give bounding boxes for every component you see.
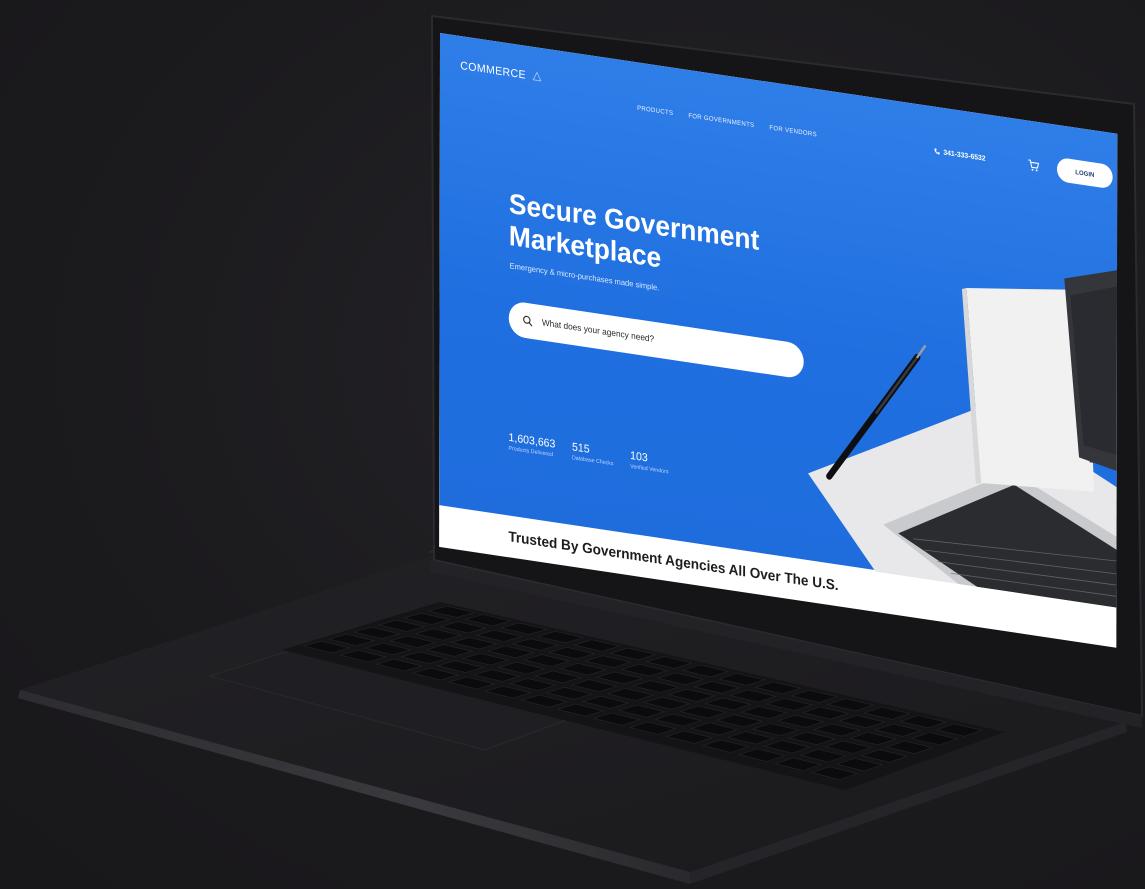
- stat-vendors: 103 Verified Vendors: [630, 448, 668, 475]
- search-icon: [523, 315, 533, 327]
- nav-item-for-governments[interactable]: FOR GOVERNMENTS: [688, 112, 754, 129]
- login-button[interactable]: LOGIN: [1056, 156, 1113, 190]
- site-logo[interactable]: COMMERCE: [460, 59, 526, 82]
- browser-viewport: COMMERCE PRODUCTS FOR GOVERNMENTS FOR VE…: [439, 33, 1118, 648]
- stats-row: 1,603,663 Products Delivered 515 Databas…: [509, 430, 669, 475]
- phone-number: 341-333-6532: [943, 148, 986, 163]
- logo-triangle-icon: [532, 71, 542, 82]
- cart-icon[interactable]: [1027, 157, 1041, 173]
- nav-links: PRODUCTS FOR GOVERNMENTS FOR VENDORS: [637, 104, 817, 138]
- phone-link[interactable]: 341-333-6532: [934, 147, 986, 163]
- search-input[interactable]: [540, 317, 792, 366]
- hero-image: [808, 270, 1118, 608]
- nav-item-for-vendors[interactable]: FOR VENDORS: [769, 124, 816, 138]
- hero-section: COMMERCE PRODUCTS FOR GOVERNMENTS FOR VE…: [439, 33, 1118, 608]
- stat-checks: 515 Database Checks: [572, 440, 614, 467]
- stat-products: 1,603,663 Products Delivered: [509, 430, 556, 458]
- website: COMMERCE PRODUCTS FOR GOVERNMENTS FOR VE…: [439, 33, 1118, 648]
- scene: COMMERCE PRODUCTS FOR GOVERNMENTS FOR VE…: [0, 0, 1145, 889]
- phone-icon: [934, 147, 940, 155]
- nav-item-products[interactable]: PRODUCTS: [637, 104, 673, 117]
- search-bar[interactable]: [508, 300, 804, 380]
